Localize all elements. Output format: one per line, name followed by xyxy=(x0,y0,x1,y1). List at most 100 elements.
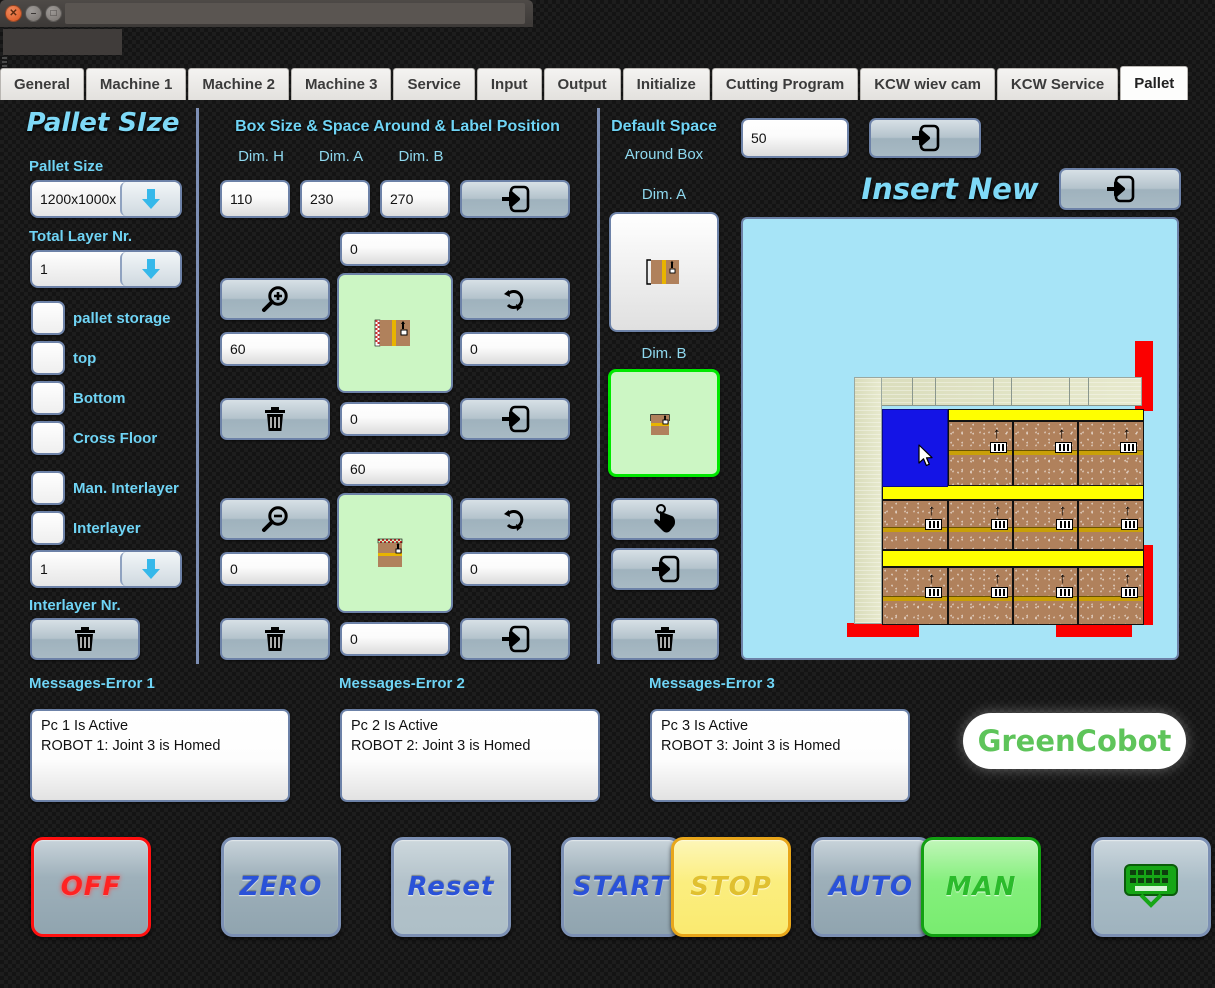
checkbox-man-interlayer[interactable] xyxy=(31,471,65,505)
checkbox-pallet-storage[interactable] xyxy=(31,301,65,335)
tab-label: Cutting Program xyxy=(725,76,845,93)
trash-icon xyxy=(265,627,285,651)
tab-label: Input xyxy=(490,76,528,93)
default-dim-b-preview[interactable] xyxy=(608,369,720,477)
selected-slot[interactable] xyxy=(882,409,948,487)
total-layer-combo[interactable]: 1 xyxy=(30,250,182,288)
tab-kcw-service[interactable]: KCW Service xyxy=(996,68,1119,100)
window-title xyxy=(65,3,525,24)
checkbox-label-pallet-storage: pallet storage xyxy=(73,310,171,327)
pallet-box[interactable]: ↑ xyxy=(1013,421,1078,486)
box-side-preview[interactable] xyxy=(337,273,453,393)
zoom-in-button[interactable] xyxy=(220,278,330,320)
checkbox-cross-floor[interactable] xyxy=(31,421,65,455)
row1-right-input[interactable]: 0 xyxy=(460,332,570,366)
tab-pallet[interactable]: Pallet xyxy=(1120,66,1189,100)
default-space-insert-button[interactable] xyxy=(611,548,719,590)
off-button[interactable]: OFF xyxy=(31,837,151,937)
pallet-box[interactable]: ↑ xyxy=(1078,567,1144,625)
tab-service[interactable]: Service xyxy=(393,68,475,100)
row2-delete-button[interactable] xyxy=(220,618,330,660)
keyboard-icon xyxy=(1124,864,1178,908)
dim-a-input[interactable]: 230 xyxy=(300,180,370,218)
interlayer-delete-button[interactable] xyxy=(30,618,140,660)
checkbox-label-man-interlayer: Man. Interlayer xyxy=(73,480,179,497)
pallet-box[interactable]: ↑ xyxy=(882,500,948,550)
tab-output[interactable]: Output xyxy=(543,68,621,100)
tab-machine-3[interactable]: Machine 3 xyxy=(290,68,392,100)
row2-apply-button[interactable] xyxy=(460,618,570,660)
tab-general[interactable]: General xyxy=(0,68,84,100)
checkbox-bottom[interactable] xyxy=(31,381,65,415)
keyboard-button[interactable] xyxy=(1091,837,1211,937)
dim-h-input[interactable]: 110 xyxy=(220,180,290,218)
zoom-out-icon xyxy=(262,506,288,532)
pallet-box[interactable]: ↑ xyxy=(948,500,1013,550)
pallet-visualization[interactable]: ↑ ↑ ↑ ↑ ↑ ↑ ↑ ↑ ↑ ↑ ↑ xyxy=(741,217,1179,660)
row1-apply-button[interactable] xyxy=(460,398,570,440)
box-dims-apply-button[interactable] xyxy=(460,180,570,218)
checkbox-top[interactable] xyxy=(31,341,65,375)
messages-error-3-box: Pc 3 Is Active ROBOT 3: Joint 3 is Homed xyxy=(650,709,910,802)
man-button[interactable]: MAN xyxy=(921,837,1041,937)
default-space-apply-button[interactable] xyxy=(869,118,981,158)
rotate-icon xyxy=(504,290,524,311)
messages-error-2-title: Messages-Error 2 xyxy=(339,675,465,692)
pallet-box[interactable]: ↑ xyxy=(882,567,948,625)
trash-icon xyxy=(265,407,285,431)
box-side-view-icon xyxy=(646,259,679,285)
chevron-down-icon[interactable] xyxy=(120,552,180,586)
minimize-icon[interactable]: – xyxy=(25,5,42,22)
pallet-box[interactable]: ↑ xyxy=(1013,500,1078,550)
pallet-box[interactable]: ↑ xyxy=(1078,500,1144,550)
tab-initialize[interactable]: Initialize xyxy=(622,68,710,100)
row2-left-input[interactable]: 0 xyxy=(220,552,330,586)
default-dim-b-label: Dim. B xyxy=(641,345,687,362)
pick-point-button[interactable] xyxy=(611,498,719,540)
rotate-icon xyxy=(504,510,524,531)
row2-top-input[interactable]: 60 xyxy=(340,452,450,486)
dim-b-input[interactable]: 270 xyxy=(380,180,450,218)
pallet-size-combo[interactable]: 1200x1000x xyxy=(30,180,182,218)
zero-button[interactable]: ZERO xyxy=(221,837,341,937)
start-button[interactable]: START xyxy=(561,837,681,937)
maximize-icon[interactable]: □ xyxy=(45,5,62,22)
pallet-box[interactable]: ↑ xyxy=(1078,421,1144,486)
pallet-box[interactable]: ↑ xyxy=(1013,567,1078,625)
chevron-down-icon[interactable] xyxy=(120,252,180,286)
reset-button[interactable]: Reset xyxy=(391,837,511,937)
tab-cutting-program[interactable]: Cutting Program xyxy=(711,68,859,100)
checkbox-label-top: top xyxy=(73,350,97,367)
pallet-box[interactable]: ↑ xyxy=(948,567,1013,625)
row1-left-input[interactable]: 60 xyxy=(220,332,330,366)
tab-machine-1[interactable]: Machine 1 xyxy=(85,68,187,100)
pallet-box[interactable]: ↑ xyxy=(948,421,1013,486)
row2-right-input[interactable]: 0 xyxy=(460,552,570,586)
interlayer-count-value: 1 xyxy=(40,561,48,577)
default-dim-a-preview[interactable] xyxy=(609,212,719,332)
row1-top-input[interactable]: 0 xyxy=(340,232,450,266)
tab-label: General xyxy=(14,76,70,93)
row1-bottom-input[interactable]: 0 xyxy=(340,402,450,436)
window-titlebar: ✕ – □ xyxy=(0,0,533,27)
default-space-delete-button[interactable] xyxy=(611,618,719,660)
box-top-preview[interactable] xyxy=(337,493,453,613)
import-arrow-icon xyxy=(1107,175,1135,203)
row1-delete-button[interactable] xyxy=(220,398,330,440)
checkbox-interlayer[interactable] xyxy=(31,511,65,545)
tab-input[interactable]: Input xyxy=(476,68,542,100)
insert-new-button[interactable] xyxy=(1059,168,1181,210)
interlayer-count-combo[interactable]: 1 xyxy=(30,550,182,588)
tab-machine-2[interactable]: Machine 2 xyxy=(188,68,289,100)
zoom-out-button[interactable] xyxy=(220,498,330,540)
rotate-button-1[interactable] xyxy=(460,278,570,320)
row2-bottom-input[interactable]: 0 xyxy=(340,622,450,656)
tab-kcw-wiev-cam[interactable]: KCW wiev cam xyxy=(860,68,995,100)
chevron-down-icon[interactable] xyxy=(120,182,180,216)
rotate-button-2[interactable] xyxy=(460,498,570,540)
close-icon[interactable]: ✕ xyxy=(5,5,22,22)
pallet-size-label: Pallet Size xyxy=(29,158,104,175)
auto-button[interactable]: AUTO xyxy=(811,837,931,937)
default-space-input[interactable]: 50 xyxy=(741,118,849,158)
stop-button[interactable]: STOP xyxy=(671,837,791,937)
